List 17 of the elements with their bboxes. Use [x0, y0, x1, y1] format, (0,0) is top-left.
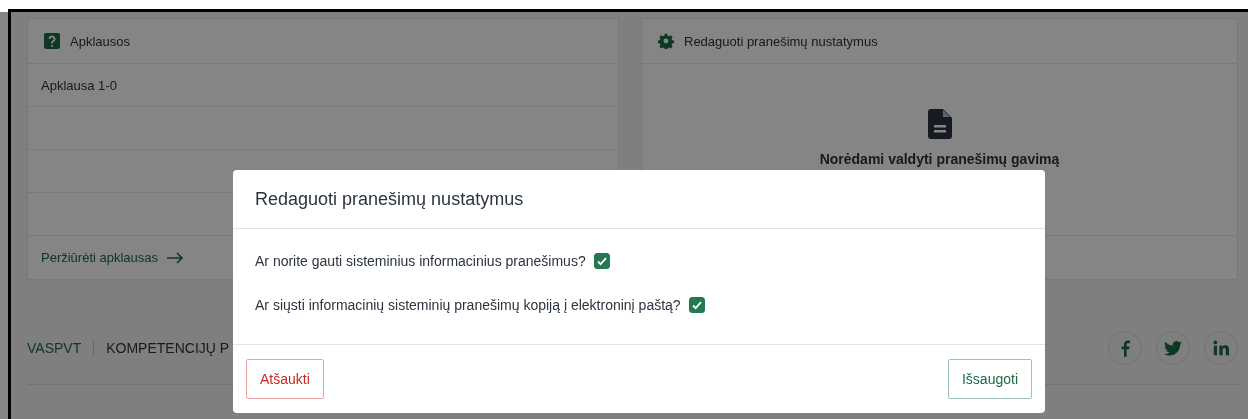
dialog-title: Redaguoti pranešimų nustatymus: [255, 188, 524, 210]
save-button[interactable]: Išsaugoti: [947, 359, 1032, 399]
cancel-button[interactable]: Atšaukti: [246, 359, 324, 399]
card-title: Redaguoti pranešimų nustatymus: [684, 33, 878, 49]
question-icon: [44, 33, 60, 49]
document-icon: [927, 109, 952, 139]
footer-link[interactable]: VASPVT: [27, 340, 95, 356]
option-label: Ar norite gauti sisteminius informacinius pranešimus?: [255, 253, 586, 269]
arrow-right-icon: [166, 251, 185, 264]
checkbox[interactable]: [593, 253, 610, 269]
card-title: Apklausos: [70, 33, 130, 49]
empty-message: Norėdami valdyti pranešimų gavimą: [819, 151, 1060, 167]
settings-icon: [658, 33, 674, 49]
view-polls-link[interactable]: Peržiūrėti apklausas: [41, 250, 159, 265]
option-label: Ar siųsti informacinių sisteminių pranešimų kopiją į elektroninį paštą?: [255, 297, 681, 313]
poll-item[interactable]: Apklausa 1-0: [41, 77, 117, 93]
checkbox[interactable]: [688, 297, 705, 313]
